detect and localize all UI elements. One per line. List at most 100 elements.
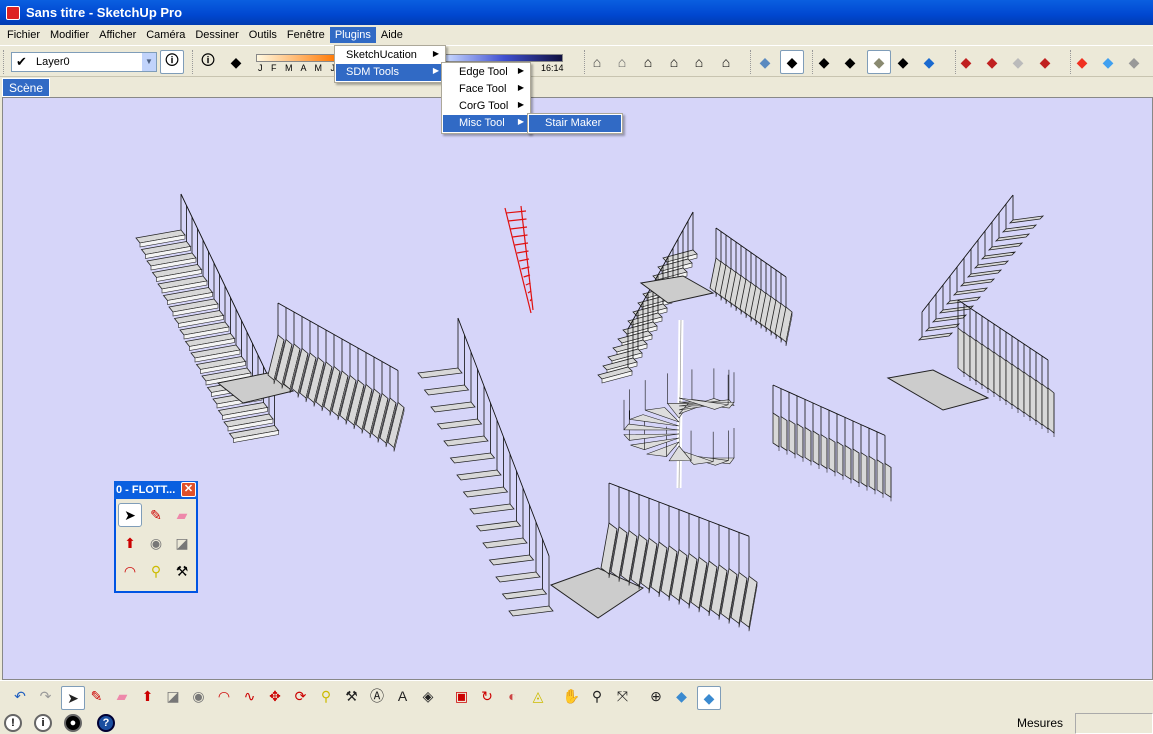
- bottom-toolbar: ↶ ↷ ➤ ✎ ▰ ⬆ ◪ ◉ ◠ ∿ ✥ ⟳ ⚲ ⚒ Ⓐ A ◈ ▣ ↻ ◐ ◬ ✋ ⚲ ⤧ ⊕ ◆ ◆: [0, 680, 1153, 711]
- layer-manager-button[interactable]: 🛈: [160, 50, 184, 74]
- shaded-texture-icon[interactable]: ◆: [893, 52, 913, 72]
- monochrome-icon[interactable]: ◆: [919, 52, 939, 72]
- menu-fenetre[interactable]: Fenêtre: [282, 27, 330, 43]
- dimension-tool-icon[interactable]: ⚒: [170, 559, 194, 583]
- stair-tread: [443, 435, 489, 447]
- protractor-tool-icon[interactable]: ◬: [528, 686, 548, 706]
- palette-title-bar[interactable]: 0 - FLOTT... ✕: [114, 481, 198, 499]
- menu-aide[interactable]: Aide: [376, 27, 408, 43]
- layer-dropdown[interactable]: ✔ Layer0 ▼: [11, 52, 157, 72]
- stair-tread: [994, 233, 1031, 242]
- select-tool-icon[interactable]: ➤: [61, 686, 85, 710]
- stair-tread: [780, 415, 788, 452]
- house-back-icon[interactable]: ⌂: [689, 52, 709, 72]
- menu-modifier[interactable]: Modifier: [45, 27, 94, 43]
- menu-item-stair-maker[interactable]: Stair Maker: [529, 115, 621, 132]
- measures-input[interactable]: [1075, 713, 1153, 734]
- menu-item-sdm-tools[interactable]: SDM Tools ▶: [336, 64, 444, 81]
- stair-tread: [1005, 359, 1013, 406]
- text-tool-icon[interactable]: Ⓐ: [367, 686, 387, 706]
- help-icon[interactable]: ?: [97, 714, 115, 732]
- hidden-line-icon[interactable]: ◆: [840, 52, 860, 72]
- rectangle-tool-icon[interactable]: ◪: [170, 531, 194, 555]
- toolbar-separator: [812, 50, 814, 74]
- house-left-icon[interactable]: ⌂: [716, 52, 736, 72]
- pan-tool-icon[interactable]: ✋: [562, 686, 582, 706]
- position-camera-tool-icon[interactable]: ⊕: [646, 686, 666, 706]
- tab-scene-1[interactable]: Scène 1: [2, 78, 51, 109]
- menu-item-corg-tool[interactable]: CorG Tool ▶: [443, 98, 529, 115]
- dimension-tool-icon[interactable]: ⚒: [342, 686, 362, 706]
- credits-icon[interactable]: i: [34, 714, 52, 732]
- rotate-scale-tool-icon[interactable]: ◐: [503, 686, 523, 706]
- shadow-time-slider[interactable]: [445, 54, 563, 62]
- menu-dessiner[interactable]: Dessiner: [190, 27, 243, 43]
- menu-plugins[interactable]: Plugins: [329, 27, 376, 43]
- close-icon[interactable]: ✕: [181, 482, 196, 497]
- stair-tread: [957, 327, 965, 374]
- user-icon[interactable]: ●: [64, 714, 82, 732]
- stair-tread: [1011, 363, 1019, 410]
- redo-tool-icon[interactable]: ↷: [36, 686, 56, 706]
- tape-measure-tool-icon[interactable]: ⚲: [144, 559, 168, 583]
- pencil-tool-icon[interactable]: ✎: [87, 686, 107, 706]
- blue-box-icon[interactable]: ◆: [1098, 52, 1118, 72]
- geolocation-icon[interactable]: !: [4, 714, 22, 732]
- zoom-extents-tool-icon[interactable]: ⤧: [613, 686, 633, 706]
- rotate-tool-icon[interactable]: ⟳: [291, 686, 311, 706]
- circle-tool-icon[interactable]: ◉: [144, 531, 168, 555]
- circle-tool-icon[interactable]: ◉: [189, 686, 209, 706]
- warehouse-get-icon[interactable]: ◆: [956, 52, 976, 72]
- shadow-toggle-button[interactable]: ◆: [226, 52, 246, 72]
- 3d-text-tool-icon[interactable]: A: [393, 686, 413, 706]
- stair-tread: [917, 332, 954, 341]
- house-iso-icon[interactable]: ⌂: [587, 52, 607, 72]
- undo-tool-icon[interactable]: ↶: [10, 686, 30, 706]
- offset-tool-icon[interactable]: ↻: [477, 686, 497, 706]
- extension-warehouse-icon[interactable]: ◆: [1035, 52, 1055, 72]
- xray-icon[interactable]: ◆: [755, 52, 775, 72]
- house-front-icon[interactable]: ⌂: [612, 52, 632, 72]
- rectangle-tool-icon[interactable]: ◪: [163, 686, 183, 706]
- zoom-tool-icon[interactable]: ⚲: [587, 686, 607, 706]
- look-around-tool-icon[interactable]: ◆: [697, 686, 721, 710]
- shadow-settings-button[interactable]: 🛈: [198, 52, 218, 72]
- push-pull-tool-icon[interactable]: ⬆: [138, 686, 158, 706]
- warehouse-component-icon[interactable]: ◆: [1008, 52, 1028, 72]
- shaded-icon[interactable]: ◆: [867, 50, 891, 74]
- warehouse-share-icon[interactable]: ◆: [982, 52, 1002, 72]
- house-right-icon[interactable]: ⌂: [664, 52, 684, 72]
- arc-tool-icon[interactable]: ◠: [214, 686, 234, 706]
- walk-tool-icon[interactable]: ◆: [672, 686, 692, 706]
- menu-item-misc-tool[interactable]: Misc Tool ▶: [443, 115, 529, 132]
- arc-tool-icon[interactable]: ◠: [118, 559, 142, 583]
- red-box-icon[interactable]: ◆: [1072, 52, 1092, 72]
- shadow-date-slider[interactable]: [256, 54, 338, 62]
- menu-item-face-tool[interactable]: Face Tool ▶: [443, 81, 529, 98]
- menu-camera[interactable]: Caméra: [141, 27, 190, 43]
- chevron-down-icon[interactable]: ▼: [142, 53, 156, 71]
- freehand-tool-icon[interactable]: ∿: [240, 686, 260, 706]
- paint-bucket-tool-icon[interactable]: ◈: [418, 686, 438, 706]
- pencil-tool-icon[interactable]: ✎: [144, 503, 168, 527]
- tape-measure-tool-icon[interactable]: ⚲: [316, 686, 336, 706]
- back-edges-icon[interactable]: ◆: [780, 50, 804, 74]
- push-pull-tool-icon[interactable]: ⬆: [118, 531, 142, 555]
- stair-tread: [828, 437, 836, 473]
- menu-afficher[interactable]: Afficher: [94, 27, 141, 43]
- gray-box-icon[interactable]: ◆: [1124, 52, 1144, 72]
- menu-item-sketchucation[interactable]: SketchUcation ▶: [336, 47, 444, 64]
- stair-tread: [796, 423, 804, 459]
- select-tool-icon[interactable]: ➤: [118, 503, 142, 527]
- house-top-icon[interactable]: ⌂: [638, 52, 658, 72]
- eraser-tool-icon[interactable]: ▰: [112, 686, 132, 706]
- move-tool-icon[interactable]: ✥: [265, 686, 285, 706]
- menu-outils[interactable]: Outils: [244, 27, 282, 43]
- wireframe-icon[interactable]: ◆: [814, 52, 834, 72]
- stair-tread: [868, 455, 876, 491]
- menu-fichier[interactable]: Fichier: [2, 27, 45, 43]
- eraser-tool-icon[interactable]: ▰: [170, 503, 194, 527]
- stair-tread: [469, 503, 515, 515]
- menu-item-edge-tool[interactable]: Edge Tool ▶: [443, 64, 529, 81]
- follow-me-tool-icon[interactable]: ▣: [452, 686, 472, 706]
